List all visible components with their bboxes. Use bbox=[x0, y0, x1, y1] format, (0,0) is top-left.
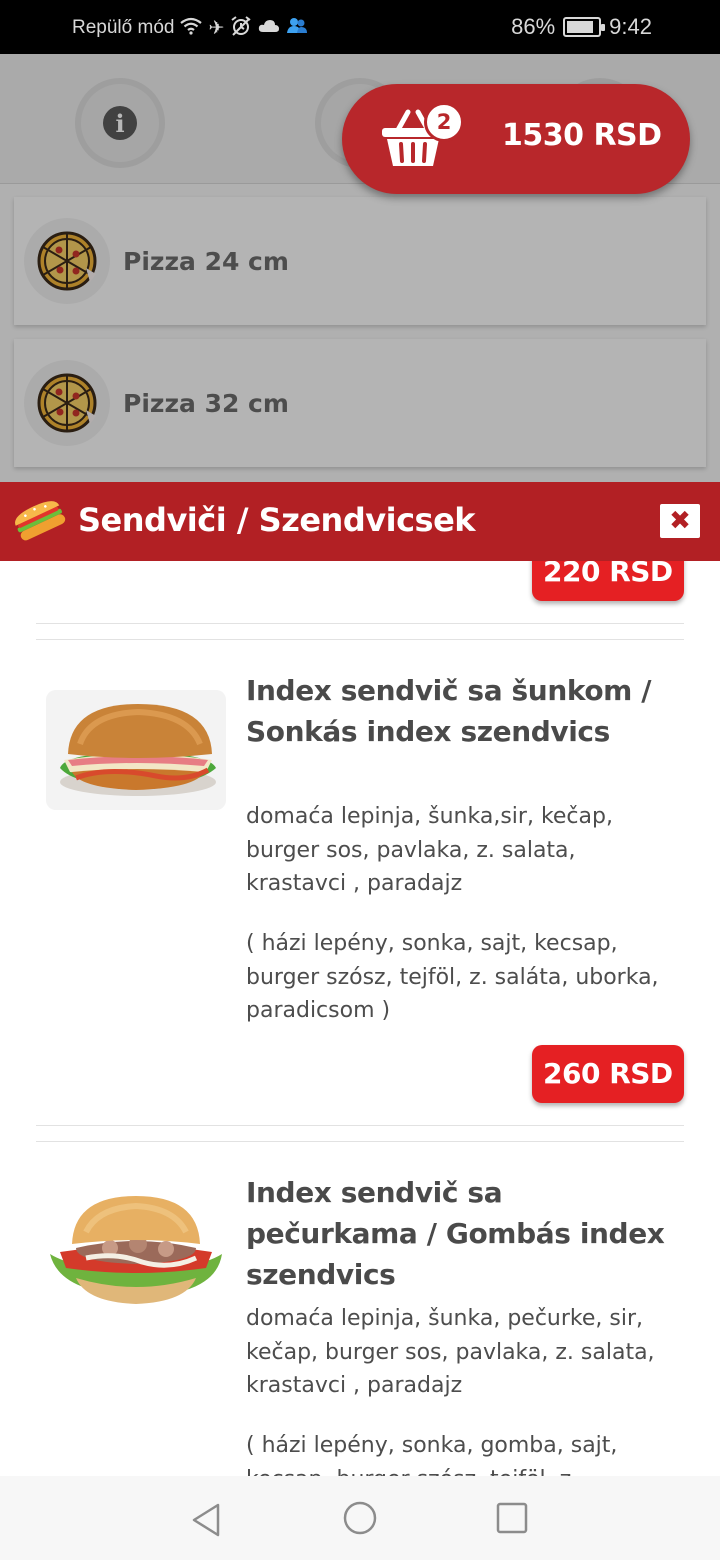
clock: 9:42 bbox=[609, 14, 652, 39]
home-icon[interactable] bbox=[340, 1500, 380, 1540]
modal-title: Sendviči / Szendvicsek bbox=[78, 501, 476, 539]
product-title[interactable]: Index sendvič sa pečurkama / Gombás inde… bbox=[246, 1172, 676, 1295]
airplane-mode-text: Repülő mód bbox=[72, 17, 175, 38]
back-icon[interactable] bbox=[186, 1500, 226, 1540]
airplane-icon: ✈ bbox=[208, 17, 225, 39]
alarm-icon bbox=[230, 16, 252, 40]
cart-count-badge: 2 bbox=[424, 102, 464, 142]
battery-percent: 86% bbox=[511, 14, 556, 39]
product-image-ham-sandwich[interactable] bbox=[46, 690, 226, 810]
close-button[interactable]: ✖ bbox=[660, 504, 700, 538]
people-icon bbox=[286, 16, 308, 40]
system-nav-bar bbox=[0, 1476, 720, 1560]
price-badge[interactable]: 220 RSD bbox=[532, 561, 684, 601]
product-description-sr: domaća lepinja, šunka,sir, kečap, burger… bbox=[246, 804, 613, 896]
status-left: Repülő mód ✈ bbox=[72, 16, 308, 40]
wifi-icon bbox=[180, 17, 203, 39]
status-right: 86% 9:42 bbox=[511, 14, 652, 40]
status-bar: Repülő mód ✈ 86% 9:42 bbox=[0, 0, 720, 54]
sandwich-icon bbox=[15, 501, 66, 541]
cart-button[interactable]: 2 1530 RSD bbox=[342, 84, 690, 194]
cart-total: 1530 RSD bbox=[502, 118, 662, 153]
product-title[interactable]: Index sendvič sa šunkom / Sonkás index s… bbox=[246, 670, 676, 752]
recents-icon[interactable] bbox=[492, 1500, 532, 1540]
product-description-sr: domaća lepinja, šunka, pečurke, sir, keč… bbox=[246, 1306, 655, 1398]
product-list[interactable]: 220 RSD Index sendvič sa šunkom / Sonkás… bbox=[0, 561, 720, 1476]
divider bbox=[36, 623, 684, 624]
modal-header: Sendviči / Szendvicsek bbox=[0, 482, 720, 561]
product-description-hu: ( házi lepény, sonka, gomba, sajt, kecsa… bbox=[246, 1433, 618, 1476]
product-image-mushroom-sandwich[interactable] bbox=[46, 1192, 226, 1312]
divider bbox=[36, 639, 684, 640]
divider bbox=[36, 1141, 684, 1142]
battery-icon bbox=[563, 17, 606, 37]
divider bbox=[36, 1125, 684, 1126]
battery-fill bbox=[567, 21, 593, 33]
cloud-icon bbox=[258, 18, 280, 38]
product-description-hu: ( házi lepény, sonka, sajt, kecsap, burg… bbox=[246, 931, 659, 1023]
price-badge[interactable]: 260 RSD bbox=[532, 1045, 684, 1103]
